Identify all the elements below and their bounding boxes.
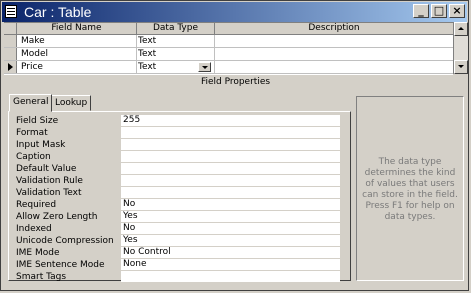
property-value[interactable] — [121, 127, 340, 138]
property-format: Format — [16, 127, 340, 139]
property-smart-tags: Smart Tags — [16, 271, 340, 283]
help-text: The data type determines the kind of val… — [362, 157, 458, 222]
property-value[interactable] — [121, 271, 340, 282]
property-label: Format — [16, 128, 48, 138]
table-icon — [5, 5, 17, 18]
property-value[interactable] — [121, 151, 340, 162]
data-type-cell[interactable]: Text — [138, 35, 156, 47]
property-ime-mode: IME Mode No Control — [16, 247, 340, 259]
property-ime-sentence-mode: IME Sentence Mode None — [16, 259, 340, 271]
property-label: Validation Rule — [16, 176, 83, 186]
property-value[interactable]: No — [121, 223, 340, 234]
property-label: IME Mode — [16, 248, 60, 258]
table-row[interactable]: Price Text — [4, 61, 453, 74]
table-row[interactable]: Make Text — [4, 35, 453, 48]
minimize-button[interactable]: _ — [413, 4, 429, 18]
property-field-size: Field Size 255 — [16, 115, 340, 127]
property-label: Field Size — [16, 116, 59, 126]
property-label: IME Sentence Mode — [16, 260, 105, 270]
general-properties-panel: Field Size 255 Format Input Mask Caption … — [8, 111, 351, 283]
property-value[interactable] — [121, 187, 340, 198]
data-type-cell[interactable]: Text — [138, 61, 156, 73]
property-validation-rule: Validation Rule — [16, 175, 340, 187]
title-bar[interactable]: Car : Table _ □ × — [2, 2, 467, 22]
property-value[interactable]: Yes — [121, 235, 340, 246]
property-required: Required No — [16, 199, 340, 211]
table-row[interactable]: Model Text — [4, 48, 453, 61]
field-properties-heading: Field Properties — [200, 77, 271, 87]
row-selector[interactable] — [4, 48, 17, 60]
header-description: Description — [308, 23, 360, 33]
property-default-value: Default Value — [16, 163, 340, 175]
grid-vertical-scrollbar[interactable] — [453, 22, 468, 74]
grid-header: Field Name Data Type Description — [4, 23, 453, 35]
property-value[interactable] — [121, 139, 340, 150]
property-unicode-compression: Unicode Compression Yes — [16, 235, 340, 247]
property-value[interactable]: 255 — [121, 115, 340, 126]
property-label: Unicode Compression — [16, 236, 114, 246]
property-allow-zero-length: Allow Zero Length Yes — [16, 211, 340, 223]
property-indexed: Indexed No — [16, 223, 340, 235]
scroll-down-button[interactable] — [454, 60, 468, 74]
data-type-cell[interactable]: Text — [138, 48, 156, 60]
property-label: Caption — [16, 152, 51, 162]
property-value[interactable]: Yes — [121, 211, 340, 222]
window-title: Car : Table — [24, 4, 92, 20]
data-type-dropdown-button[interactable] — [198, 62, 211, 72]
property-value[interactable]: None — [121, 259, 340, 270]
property-label: Required — [16, 200, 57, 210]
property-value[interactable]: No Control — [121, 247, 340, 258]
tab-lookup[interactable]: Lookup — [51, 95, 92, 111]
row-selector[interactable] — [4, 61, 17, 73]
property-label: Indexed — [16, 224, 52, 234]
property-label: Default Value — [16, 164, 77, 174]
property-label: Input Mask — [16, 140, 66, 150]
property-value[interactable] — [121, 175, 340, 186]
property-input-mask: Input Mask — [16, 139, 340, 151]
header-selector — [4, 23, 17, 34]
property-label: Smart Tags — [16, 272, 67, 282]
property-value[interactable] — [121, 163, 340, 174]
maximize-button[interactable]: □ — [431, 4, 447, 18]
field-name-cell[interactable]: Make — [21, 35, 45, 47]
scroll-up-button[interactable] — [454, 22, 468, 36]
current-row-arrow-icon — [8, 63, 13, 71]
field-name-cell[interactable]: Price — [21, 61, 43, 73]
property-caption: Caption — [16, 151, 340, 163]
row-selector[interactable] — [4, 35, 17, 47]
tab-general[interactable]: General — [9, 94, 53, 112]
header-data-type: Data Type — [137, 23, 215, 34]
header-field-name: Field Name — [17, 23, 137, 34]
property-value[interactable]: No — [121, 199, 340, 210]
field-grid: Field Name Data Type Description Make Te… — [4, 22, 453, 75]
property-validation-text: Validation Text — [16, 187, 340, 199]
field-name-cell[interactable]: Model — [21, 48, 48, 60]
table-design-window: Car : Table _ □ × Field Name Data Type D… — [0, 0, 469, 291]
close-button[interactable]: × — [449, 4, 465, 18]
property-label: Allow Zero Length — [16, 212, 98, 222]
help-panel: The data type determines the kind of val… — [356, 96, 464, 281]
property-label: Validation Text — [16, 188, 82, 198]
